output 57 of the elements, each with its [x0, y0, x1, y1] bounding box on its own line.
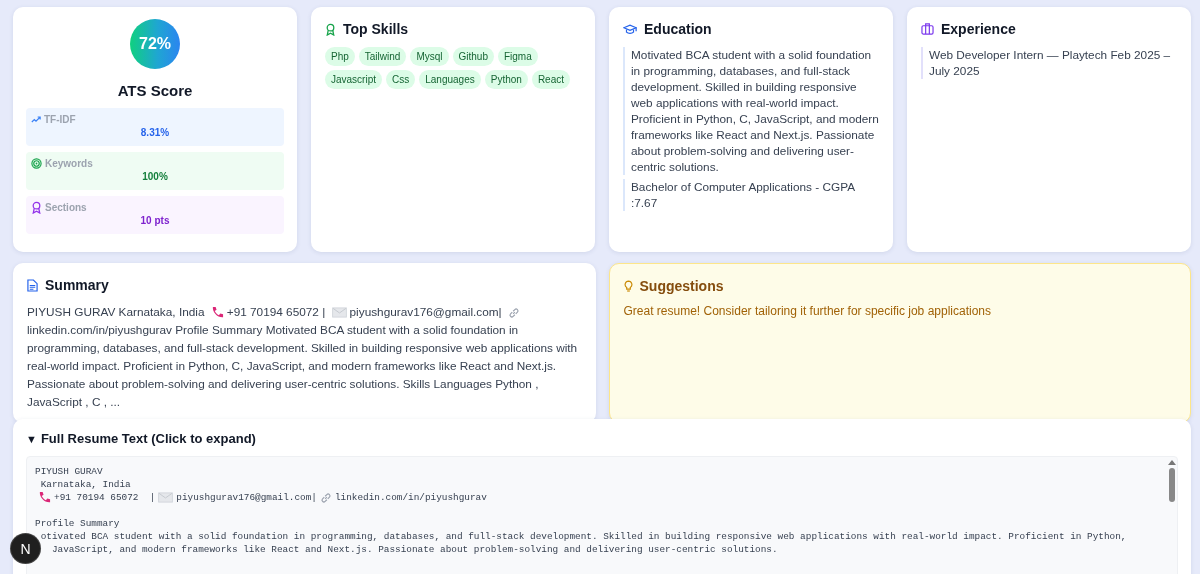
- resume-line: Karnataka, India: [39, 478, 132, 491]
- card-title: Top Skills: [343, 21, 409, 37]
- resume-line: JavaScript, and modern frameworks like React and Next.js. Passionate about problem-solving and delivering user-centric solutions.: [50, 543, 779, 556]
- award-icon: [325, 22, 336, 36]
- mail-icon: [331, 307, 347, 319]
- resume-line: +91 70194 65072 |: [54, 491, 156, 504]
- resume-line: PIYUSH GURAV: [35, 465, 104, 478]
- entry-text: Motivated BCA student with a solid foundation in programming, databases, and full-stack development. Skilled in building responsive web applications with real-world impact. Proficient in Python, C, JavaScript, and modern frameworks like React and Next.js. Passionate about problem-solving and delivering user-centric solutions.: [623, 47, 879, 175]
- briefcase-icon: [921, 23, 934, 35]
- card-title: Experience: [941, 21, 1016, 37]
- lightbulb-icon: [623, 279, 633, 293]
- resume-line: Profile Summary: [35, 517, 121, 530]
- section-title: Full Resume Text (Click to expand): [40, 431, 256, 446]
- summary-text: +91 70194 65072 |: [226, 305, 326, 319]
- resume-line: otivated BCA student with a solid foundation in programming, databases, and full-stack development. Skilled in building responsive web applications with real-world impact. Proficient in Python,: [39, 530, 1128, 543]
- metric-value: 8.31%: [139, 127, 171, 138]
- score-title: ATS Score: [117, 82, 193, 99]
- target-icon: [31, 157, 42, 169]
- entry-text: Web Developer Intern — Playtech Feb 2025 – July 2025: [921, 47, 1177, 79]
- resume-line: linkedin.com/in/piyushgurav: [334, 491, 487, 504]
- skill-tag: Tailwind: [358, 47, 407, 66]
- skill-tag: Php: [325, 47, 355, 66]
- skill-tag: Mysql: [410, 47, 449, 66]
- metric-label: TF-IDF: [44, 113, 76, 125]
- skill-tag: Css: [386, 70, 416, 89]
- entry-text: Bachelor of Computer Applications - CGPA :7.67: [623, 179, 879, 211]
- trend-icon: [31, 115, 41, 123]
- dev-badge[interactable]: N: [11, 534, 40, 563]
- card-title: Summary: [45, 277, 109, 293]
- disclosure-marker: ▼: [26, 432, 37, 445]
- metric-label: Sections: [45, 201, 87, 213]
- skill-tag: Python: [484, 70, 528, 89]
- resume-line: piyushgurav176@gmail.com|: [176, 491, 317, 504]
- metric-label: Keywords: [45, 157, 93, 169]
- summary-text: piyushgurav176@gmail.com|: [349, 305, 502, 319]
- skill-tag: React: [531, 70, 570, 89]
- skill-tag: Github: [452, 47, 494, 66]
- link-icon: [319, 491, 332, 504]
- summary-text: PIYUSH GURAV Karnataka, India: [27, 305, 205, 319]
- link-icon: [507, 306, 520, 319]
- phone-icon: [38, 491, 51, 504]
- document-icon: [27, 278, 38, 292]
- expand-toggle[interactable]: ▼ Full Resume Text (Click to expand): [26, 431, 1178, 446]
- suggestion-text: Great resume! Consider tailoring it further for specific job applications: [623, 304, 992, 318]
- card-title: Suggestions: [639, 278, 724, 294]
- skill-tag: Figma: [497, 47, 538, 66]
- metric-value: 10 pts: [139, 215, 171, 226]
- mail-icon: [158, 492, 174, 503]
- metric-value: 100%: [141, 171, 169, 182]
- card-title: Education: [644, 21, 712, 37]
- phone-icon: [210, 306, 224, 320]
- skill-tag: Javascript: [325, 70, 382, 89]
- summary-text: linkedin.com/in/piyushgurav Profile Summary Motivated BCA student with a solid foundation in programming, databases, and full-stack development. Skilled in building responsive web applications with real-world impact. Proficient in Python, C, JavaScript, and modern frameworks like React and Next.js. Passionate about problem-solving and delivering user-centric solutions. Skills Languages Python , JavaScript , C , ...: [27, 323, 578, 409]
- score-circle: 72%: [130, 19, 180, 69]
- skill-tag: Languages: [419, 70, 481, 89]
- award-icon: [31, 200, 42, 214]
- graduation-cap-icon: [623, 23, 637, 35]
